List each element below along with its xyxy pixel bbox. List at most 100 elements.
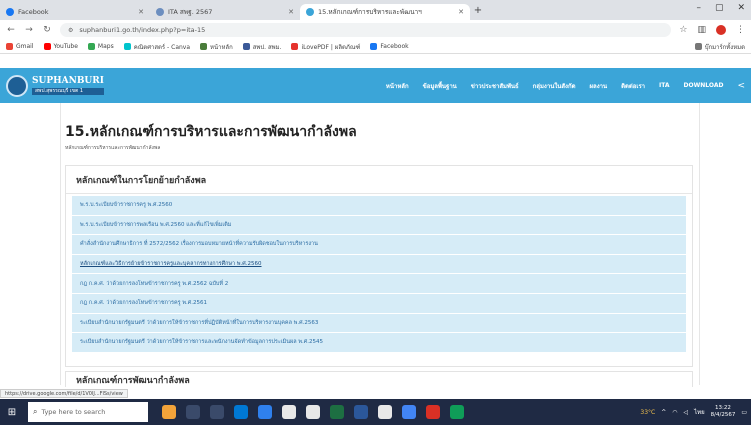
document-list: พ.ร.บ.ระเบียบข้าราชการครู พ.ศ.2560 พ.ร.บ…: [66, 194, 692, 355]
back-icon[interactable]: ←: [6, 25, 16, 35]
close-icon[interactable]: ✕: [288, 8, 294, 16]
tab-label: Facebook: [18, 8, 49, 16]
page-title: 15.หลักเกณฑ์การบริหารและการพัฒนากำลังพล: [65, 124, 357, 140]
nav-works[interactable]: ผลงาน: [590, 81, 608, 91]
address-bar: ← → ↻ ⚙ suphanburi1.go.th/index.php?p=it…: [0, 20, 751, 40]
ilovepdf-icon: [291, 43, 299, 50]
weather-badge[interactable]: 33°C: [640, 409, 655, 416]
app-icon[interactable]: [282, 405, 296, 419]
nav-download[interactable]: DOWNLOAD: [684, 82, 724, 89]
site-favicon-icon: [306, 8, 314, 16]
app-icon[interactable]: [426, 405, 440, 419]
taskbar-search-input[interactable]: ⌕ Type here to search: [28, 402, 148, 422]
nav-contact[interactable]: ติดต่อเรา: [621, 81, 645, 91]
list-item[interactable]: กฎ ก.ค.ศ. ว่าด้วยการลงโทษข้าราชการครู พ.…: [72, 274, 686, 293]
widget-icon[interactable]: [162, 405, 176, 419]
clock-time: 13:22: [715, 405, 731, 412]
list-item[interactable]: ระเบียบสำนักนายกรัฐมนตรี ว่าด้วยการให้ข้…: [72, 313, 686, 333]
all-bookmarks[interactable]: บุ๊กมาร์กทั้งหมด: [694, 42, 745, 52]
site-info-icon[interactable]: ⚙: [68, 27, 73, 34]
profile-avatar[interactable]: [716, 25, 726, 35]
bookmark-star-icon[interactable]: ☆: [679, 25, 687, 35]
canva-icon: [123, 43, 131, 50]
browser-tab-1[interactable]: Facebook ✕: [0, 4, 150, 20]
youtube-icon: [43, 43, 51, 50]
transfer-criteria-section: หลักเกณฑ์ในการโยกย้ายกำลังพล พ.ร.บ.ระเบี…: [65, 165, 693, 367]
bookmark-item[interactable]: Gmail: [6, 43, 34, 50]
nav-departments[interactable]: กลุ่มงานในสังกัด: [533, 81, 576, 91]
search-icon: ⌕: [33, 407, 38, 416]
edge-icon[interactable]: [234, 405, 248, 419]
tab-label: 15.หลักเกณฑ์การบริหารและพัฒนาฯ: [318, 8, 422, 16]
nav-basic-info[interactable]: ข้อมูลพื้นฐาน: [423, 81, 457, 91]
bookmark-item[interactable]: สพป. สพม.: [242, 42, 281, 52]
site-logo[interactable]: SUPHANBURI สพป.สุพรรณบุรี เขต 1: [6, 74, 104, 97]
nav-home[interactable]: หน้าหลัก: [386, 81, 409, 91]
pinned-apps: [162, 405, 464, 419]
forward-icon[interactable]: →: [24, 25, 34, 35]
nav-news[interactable]: ข่าวประชาสัมพันธ์: [471, 81, 519, 91]
list-item[interactable]: ระเบียบสำนักนายกรัฐมนตรี ว่าด้วยการให้ข้…: [72, 333, 686, 352]
close-window-icon[interactable]: ✕: [737, 3, 745, 13]
language-indicator[interactable]: ไทย: [694, 407, 705, 417]
emblem-icon: [6, 74, 28, 97]
word-icon[interactable]: [354, 405, 368, 419]
tray-chevron-icon[interactable]: ^: [661, 409, 666, 416]
list-item[interactable]: กฎ ก.ค.ศ. ว่าด้วยการลงโทษข้าราชการครู พ.…: [72, 293, 686, 313]
site-favicon-icon: [156, 8, 164, 16]
taskbar: ⊞ ⌕ Type here to search 33°C ^ ◠ ◁ ไทย 1…: [0, 399, 751, 425]
close-icon[interactable]: ✕: [138, 8, 144, 16]
volume-icon[interactable]: ◁: [684, 409, 689, 416]
site-icon: [200, 43, 208, 50]
bookmark-item[interactable]: หน้าหลัก: [200, 42, 233, 52]
file-explorer-icon[interactable]: [210, 405, 224, 419]
status-url-bubble: https://drive.google.com/file/d/1V0lJ...…: [0, 389, 128, 398]
browser-tabbar: Facebook ✕ ITA สพฐ. 2567 ✕ 15.หลักเกณฑ์ก…: [0, 0, 751, 20]
reload-icon[interactable]: ↻: [42, 25, 52, 35]
network-icon[interactable]: ◠: [672, 409, 677, 416]
close-icon[interactable]: ✕: [458, 8, 464, 16]
bookmark-item[interactable]: Facebook: [370, 43, 409, 50]
list-item-hovered[interactable]: หลักเกณฑ์และวิธีการย้ายข้าราชการครูและบุ…: [72, 254, 686, 274]
notification-icon[interactable]: ▭: [741, 409, 747, 416]
bookmark-item[interactable]: iLovePDF | ผลิตภัณฑ์: [291, 42, 360, 52]
app-icon[interactable]: [378, 405, 392, 419]
share-icon[interactable]: <: [737, 81, 745, 91]
app-icon[interactable]: [450, 405, 464, 419]
browser-tab-3[interactable]: 15.หลักเกณฑ์การบริหารและพัฒนาฯ ✕: [300, 4, 470, 20]
store-icon[interactable]: [258, 405, 272, 419]
bookmark-item[interactable]: Maps: [87, 43, 114, 50]
browser-tab-2[interactable]: ITA สพฐ. 2567 ✕: [150, 4, 300, 20]
app-icon[interactable]: [306, 405, 320, 419]
logo-name: SUPHANBURI: [32, 75, 104, 86]
section-heading: หลักเกณฑ์ในการโยกย้ายกำลังพล: [66, 166, 692, 194]
breadcrumb: หลักเกณฑ์การบริหารและการพัฒนากำลังพล: [65, 145, 161, 151]
list-item[interactable]: พ.ร.บ.ระเบียบข้าราชการพลเรือน พ.ศ.2560 แ…: [72, 215, 686, 235]
bookmark-item[interactable]: คณิตศาสตร์ - Canva: [123, 42, 190, 52]
minimize-icon[interactable]: –: [696, 3, 701, 13]
clock[interactable]: 13:22 8/4/2567: [711, 405, 736, 418]
window-controls: – ▢ ✕: [696, 3, 745, 13]
bookmark-item[interactable]: YouTube: [43, 43, 78, 50]
tab-label: ITA สพฐ. 2567: [168, 8, 213, 16]
maximize-icon[interactable]: ▢: [715, 3, 724, 13]
nav-ita[interactable]: ITA: [659, 82, 670, 89]
development-criteria-section: หลักเกณฑ์การพัฒนากำลังพล: [65, 371, 693, 387]
url-input[interactable]: ⚙ suphanburi1.go.th/index.php?p=ita-15: [60, 23, 672, 37]
url-text: suphanburi1.go.th/index.php?p=ita-15: [79, 26, 206, 34]
chrome-icon[interactable]: [402, 405, 416, 419]
maps-icon: [87, 43, 95, 50]
gmail-icon: [6, 43, 13, 50]
task-view-icon[interactable]: [186, 405, 200, 419]
facebook-icon: [370, 43, 378, 50]
new-tab-icon[interactable]: +: [470, 5, 486, 16]
list-item[interactable]: พ.ร.บ.ระเบียบข้าราชการครู พ.ศ.2560: [72, 196, 686, 215]
search-placeholder: Type here to search: [41, 408, 106, 416]
excel-icon[interactable]: [330, 405, 344, 419]
main-nav: หน้าหลัก ข้อมูลพื้นฐาน ข่าวประชาสัมพันธ์…: [386, 81, 751, 91]
menu-icon[interactable]: ⋮: [736, 25, 745, 35]
sidepanel-icon[interactable]: ▥: [697, 25, 706, 35]
facebook-icon: [6, 8, 14, 16]
list-item[interactable]: คำสั่งสำนักงานศึกษาธิการ ที่ 2572/2562 เ…: [72, 235, 686, 254]
windows-start-icon[interactable]: ⊞: [4, 407, 20, 418]
